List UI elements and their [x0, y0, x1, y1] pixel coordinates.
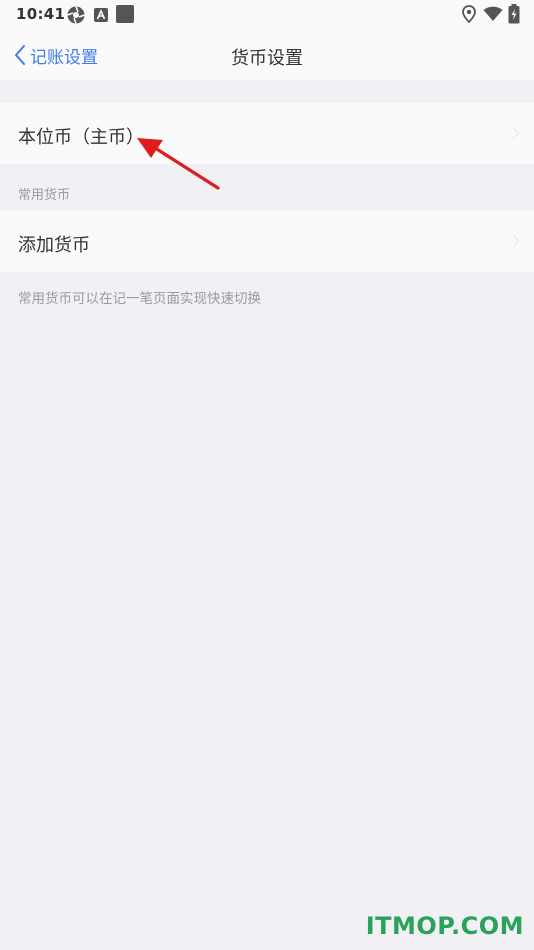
status-bar: 10:41: [0, 0, 534, 30]
aperture-icon: [67, 6, 85, 24]
wifi-icon: [483, 6, 503, 21]
chevron-right-icon: [512, 126, 520, 140]
square-icon: [116, 5, 134, 23]
add-currency-cell[interactable]: 添加货币: [0, 211, 534, 272]
common-currency-footer-note: 常用货币可以在记一笔页面实现快速切换: [18, 291, 261, 307]
status-time: 10:41: [16, 5, 66, 23]
page-title: 货币设置: [231, 48, 303, 69]
base-currency-cell[interactable]: 本位币（主币）: [0, 103, 534, 164]
battery-charging-icon: [508, 4, 520, 24]
watermark: ITMOP.COM: [365, 912, 524, 940]
add-currency-label: 添加货币: [18, 235, 90, 256]
base-currency-label: 本位币（主币）: [18, 127, 144, 148]
chevron-right-icon: [512, 234, 520, 248]
section-header-common-currency: 常用货币: [18, 188, 71, 203]
a-letter-icon: [94, 8, 108, 22]
location-icon: [462, 5, 476, 23]
nav-bar: 记账设置 货币设置: [0, 30, 534, 80]
